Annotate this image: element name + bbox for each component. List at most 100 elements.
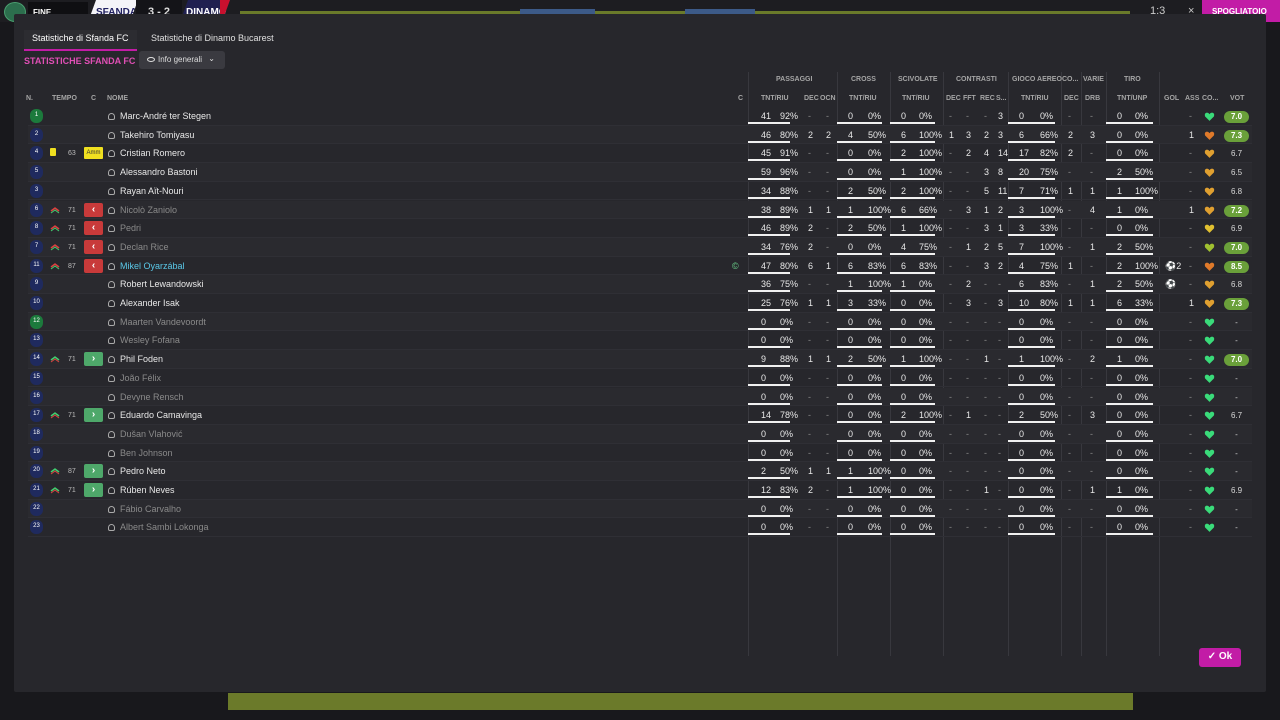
table-row[interactable]: 20 87 › Pedro Neto 2 50% 1 1 1 100% 0 0% - - - -0 0% - -0 0… [28,462,1252,481]
player-name[interactable]: Rúben Neves [120,485,175,495]
player-name[interactable]: Eduardo Camavinga [120,410,202,420]
player-name[interactable]: Marc-André ter Stegen [120,111,211,121]
player-name[interactable]: Alexander Isak [120,298,180,308]
stat-underline [837,439,882,442]
sub-out-button[interactable]: ‹ [84,221,103,236]
pass-accuracy: 76% [780,298,799,308]
col-header-aerial-att[interactable]: TNT/RIU [1021,95,1049,102]
col-header-shots[interactable]: TNT/UNP [1117,95,1147,102]
sub-in-button[interactable]: › [84,408,103,423]
table-row[interactable]: 17 71 › Eduardo Camavinga 14 78% - -0 0% 2 100% -1-… [28,406,1252,425]
player-name[interactable]: Robert Lewandowski [120,279,204,289]
stat-underline [748,159,790,162]
ok-button[interactable]: ✓ Ok [1199,648,1241,667]
table-row[interactable]: 3 Rayan Aït-Nouri 34 88% - -2 50% 2 100% - -5 11 7 71… [28,182,1252,201]
table-row[interactable]: 22 Fábio Carvalho 0 0% - -0 0% 0 0% - - - -0 0% - -0 0% -… [28,499,1252,519]
horizontal-scrollbar[interactable] [228,693,1133,710]
player-name[interactable]: Pedri [120,223,141,233]
col-header-c[interactable]: C [91,95,96,102]
contrast-decisive: - [949,372,952,383]
col-header-rating[interactable]: VOT [1230,95,1244,102]
col-header-con-dec[interactable]: DEC [946,95,961,102]
table-row[interactable]: 10 Alexander Isak 25 76% 1 1 3 33% 0 0% - 3 - 3 10 80% 1… [28,294,1252,313]
stat-underline [890,271,935,274]
player-name[interactable]: Takehiro Tomiyasu [120,130,194,140]
col-header-name[interactable]: NOME [107,95,128,102]
contrast-decisive: - [949,354,952,365]
rating-badge: - [1235,373,1238,383]
sub-in-button[interactable]: › [84,352,103,367]
col-header-captain[interactable]: C [738,95,743,102]
shot-attempts: 1 [1117,204,1123,215]
player-name[interactable]: Pedro Neto [120,466,166,476]
tab-away-stats[interactable]: Statistiche di Dinamo Bucarest [143,30,282,49]
table-row[interactable]: 6 71 ‹ Nicolò Zaniolo 38 89% 1 1 1 100% 6 66% -3 1 2 3 1… [28,200,1252,220]
col-header-goals[interactable]: GOL [1164,95,1179,102]
player-name[interactable]: Alessandro Bastoni [120,167,198,177]
table-row[interactable]: 11 87 ‹ Mikel Oyarzábal © 47 80% 6 1 6 83% 6 83% - -3 2… [28,257,1252,276]
table-row[interactable]: 19 Ben Johnson 0 0% - -0 0% 0 0% - - - -0 0% - -0 0% - - [28,444,1252,463]
player-name[interactable]: João Félix [120,373,161,383]
col-header-con-fft[interactable]: FFT [963,95,976,102]
player-name[interactable]: Dušan Vlahović [120,429,183,439]
table-row[interactable]: 1 Marc-André ter Stegen 41 92% - -0 0% 0 0% - - -3 0… [28,107,1252,126]
sub-out-button[interactable]: ‹ [84,202,103,217]
player-name[interactable]: Cristian Romero [120,148,185,158]
table-row[interactable]: 2 Takehiro Tomiyasu 46 80% 2 2 4 50% 6 100% 1 3 2 3 6 6… [28,125,1252,145]
player-name[interactable]: Mikel Oyarzábal [120,261,185,271]
col-header-pass-ocn[interactable]: OCN [820,95,836,102]
col-header-assists[interactable]: ASS [1185,95,1199,102]
table-row[interactable]: 7 71 ‹ Declan Rice 34 76% 2-0 0% 4 75% -1 2 5 7 100% -1… [28,237,1252,257]
player-name[interactable]: Rayan Aït-Nouri [120,186,184,196]
sub-in-button[interactable]: › [84,464,103,479]
table-row[interactable]: 21 71 › Rúben Neves 12 83% 2-1 100% 0 0% - -1-0 0% -1… [28,481,1252,500]
player-name[interactable]: Wesley Fofana [120,335,180,345]
col-header-co-dec[interactable]: DEC [1064,95,1079,102]
stat-underline [1106,178,1153,181]
player-name[interactable]: Maarten Vandevoordt [120,317,206,327]
col-header-condition[interactable]: CO... [1202,95,1218,102]
col-header-con-rec[interactable]: REC [980,95,995,102]
player-name[interactable]: Ben Johnson [120,448,173,458]
table-row[interactable]: 5 Alessandro Bastoni 59 96% - -0 0% 1 100% - -3 8 20… [28,163,1252,182]
table-row[interactable]: 9 Robert Lewandowski 36 75% - -1 100% 1 0% -2- -6 8… [28,275,1252,294]
co-decisive: - [1068,447,1071,458]
sub-out-button[interactable]: ‹ [84,258,103,273]
col-header-cross-att[interactable]: TNT/RIU [849,95,877,102]
col-header-pass-att[interactable]: TNT/RIU [761,95,789,102]
table-row[interactable]: 16 Devyne Rensch 0 0% - -0 0% 0 0% - - - -0 0% - -0 0% - - [28,387,1252,407]
view-dropdown[interactable]: Info generali ⌄ [139,51,225,69]
contrast-decisive: - [949,410,952,421]
col-header-time[interactable]: TEMPO [52,95,77,102]
col-header-dribbles[interactable]: DRB [1085,95,1100,102]
table-row[interactable]: 23 Albert Sambi Lokonga 0 0% - -0 0% 0 0% - - - -0 0%… [28,518,1252,538]
stat-underline [890,439,935,442]
table-row[interactable]: 13 Wesley Fofana 0 0% - -0 0% 0 0% - - - -0 0% - -0 0% - - [28,331,1252,351]
player-icon [108,131,115,139]
player-name[interactable]: Declan Rice [120,242,169,252]
player-name[interactable]: Phil Foden [120,354,163,364]
cross-accuracy: 100% [868,466,892,477]
contrast-fouls: - [966,167,969,178]
table-row[interactable]: 4 63 Amm Cristian Romero 45 91% - -0 0% 2 100% -2 4 1… [28,144,1252,164]
player-name[interactable]: Albert Sambi Lokonga [120,522,209,532]
col-header-number[interactable]: N. [26,95,33,102]
player-name[interactable]: Nicolò Zaniolo [120,205,177,215]
table-row[interactable]: 15 João Félix 0 0% - -0 0% 0 0% - - - -0 0% - -0 0% - - [28,369,1252,388]
aerial-attempts: 0 [1019,485,1025,495]
pass-attempts: 36 [761,279,772,290]
col-header-tackle-att[interactable]: TNT/RIU [902,95,930,102]
assists: - [1189,185,1192,196]
col-header-pass-dec[interactable]: DEC [804,95,819,102]
sub-out-button[interactable]: ‹ [84,239,103,254]
col-header-con-s[interactable]: S... [996,95,1007,102]
tab-home-stats[interactable]: Statistiche di Sfanda FC [24,30,137,51]
table-row[interactable]: 14 71 › Phil Foden 9 88% 1 1 2 50% 1 100% - -1-1 100% -… [28,350,1252,369]
sub-in-button[interactable]: › [84,483,103,497]
player-name[interactable]: Devyne Rensch [120,392,184,402]
table-row[interactable]: 18 Dušan Vlahović 0 0% - -0 0% 0 0% - - - -0 0% - -0 0% -… [28,424,1252,444]
stat-underline [837,271,882,274]
table-row[interactable]: 8 71 ‹ Pedri 46 89% 2-2 50% 1 100% - -3 1 3 33% - -0 0% -6… [28,219,1252,238]
table-row[interactable]: 12 Maarten Vandevoordt 0 0% - -0 0% 0 0% - - - -0 0% -… [28,312,1252,332]
player-name[interactable]: Fábio Carvalho [120,504,181,514]
